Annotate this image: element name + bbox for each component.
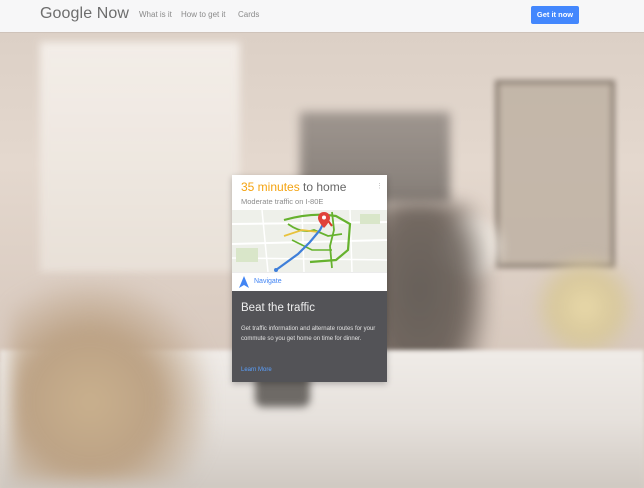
card-description-section: Beat the traffic Get traffic information… xyxy=(232,291,387,382)
google-now-logo[interactable]: Google Now xyxy=(40,5,129,23)
card-title: Beat the traffic xyxy=(241,302,315,314)
card-description: Get traffic information and alternate ro… xyxy=(241,326,376,342)
more-vert-icon[interactable]: ⋮ xyxy=(376,182,383,190)
top-nav: Google Now What is it How to get it Card… xyxy=(0,0,644,32)
traffic-map[interactable] xyxy=(232,210,387,272)
traffic-status: Moderate traffic on I-80E xyxy=(241,197,324,206)
traffic-card: 35 minutes to home ⋮ Moderate traffic on… xyxy=(232,175,387,382)
nav-what-is-it[interactable]: What is it xyxy=(139,10,172,19)
card-traffic-section: 35 minutes to home ⋮ Moderate traffic on… xyxy=(232,175,387,291)
navigate-label: Navigate xyxy=(254,278,282,285)
eta-destination: to home xyxy=(299,180,347,194)
navigate-button[interactable]: Navigate xyxy=(232,272,387,292)
eta-time: 35 minutes xyxy=(241,180,300,194)
nav-how-to-get-it[interactable]: How to get it xyxy=(181,10,225,19)
eta-heading: 35 minutes to home xyxy=(241,180,346,194)
navigation-arrow-icon xyxy=(239,276,249,288)
get-it-now-button[interactable]: Get it now xyxy=(531,6,579,24)
learn-more-link[interactable]: Learn More xyxy=(241,367,272,373)
nav-cards[interactable]: Cards xyxy=(238,10,259,19)
